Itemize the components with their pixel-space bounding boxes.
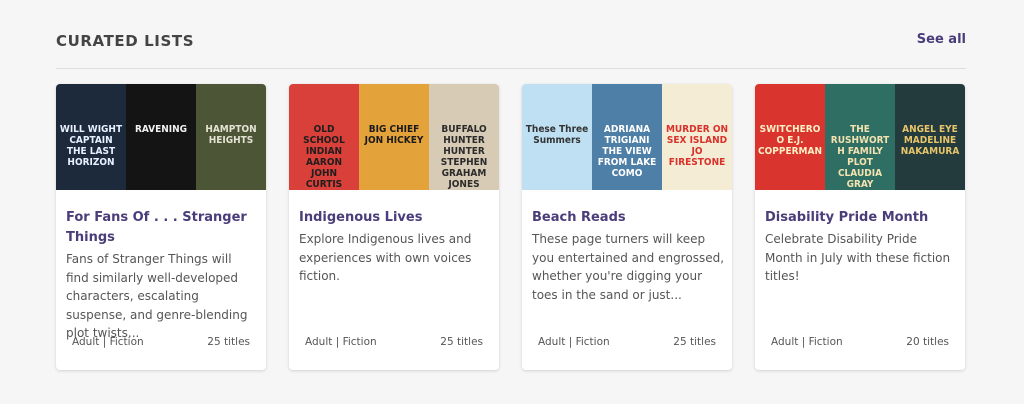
- title-count: 25 titles: [440, 336, 483, 348]
- book-cover: THE RUSHWORTH FAMILY PLOT CLAUDIA GRAY: [825, 84, 895, 190]
- book-cover: WILL WIGHT CAPTAIN THE LAST HORIZON: [56, 84, 126, 190]
- list-title[interactable]: Beach Reads: [532, 208, 722, 228]
- title-count: 25 titles: [207, 336, 250, 348]
- cover-collage: OLD SCHOOL INDIAN AARON JOHN CURTIS BIG …: [289, 84, 499, 190]
- cover-collage: These Three Summers ADRIANA TRIGIANI THE…: [522, 84, 732, 190]
- book-cover: ANGEL EYE MADELINE NAKAMURA: [895, 84, 965, 190]
- section-header: CURATED LISTS See all: [56, 32, 966, 52]
- list-audience: Adult | Fiction: [538, 336, 610, 348]
- list-description: Explore Indigenous lives and experiences…: [299, 232, 472, 283]
- title-count: 25 titles: [673, 336, 716, 348]
- cover-collage: WILL WIGHT CAPTAIN THE LAST HORIZON RAVE…: [56, 84, 266, 190]
- list-title[interactable]: Disability Pride Month: [765, 208, 955, 228]
- book-cover: HAMPTON HEIGHTS: [196, 84, 266, 190]
- book-cover: ADRIANA TRIGIANI THE VIEW FROM LAKE COMO: [592, 84, 662, 190]
- cover-collage: SWITCHEROO E.J. COPPERMAN THE RUSHWORTH …: [755, 84, 965, 190]
- book-cover: MURDER ON SEX ISLAND JO FIRESTONE: [662, 84, 732, 190]
- list-card[interactable]: SWITCHEROO E.J. COPPERMAN THE RUSHWORTH …: [755, 84, 965, 370]
- list-description: These page turners will keep you enterta…: [532, 232, 725, 302]
- book-cover: BIG CHIEF JON HICKEY: [359, 84, 429, 190]
- see-all-link[interactable]: See all: [917, 32, 966, 47]
- list-title[interactable]: Indigenous Lives: [299, 208, 489, 228]
- list-card[interactable]: WILL WIGHT CAPTAIN THE LAST HORIZON RAVE…: [56, 84, 266, 370]
- list-audience: Adult | Fiction: [771, 336, 843, 348]
- list-card[interactable]: These Three Summers ADRIANA TRIGIANI THE…: [522, 84, 732, 370]
- divider: [56, 68, 966, 69]
- book-cover: BUFFALO HUNTER HUNTER STEPHEN GRAHAM JON…: [429, 84, 499, 190]
- list-card[interactable]: OLD SCHOOL INDIAN AARON JOHN CURTIS BIG …: [289, 84, 499, 370]
- list-description: Celebrate Disability Pride Month in July…: [765, 232, 951, 283]
- list-title[interactable]: For Fans Of . . . Stranger Things: [66, 208, 256, 248]
- section-title: CURATED LISTS: [56, 32, 195, 50]
- book-cover: These Three Summers: [522, 84, 592, 190]
- book-cover: OLD SCHOOL INDIAN AARON JOHN CURTIS: [289, 84, 359, 190]
- title-count: 20 titles: [906, 336, 949, 348]
- list-description: Fans of Stranger Things will find simila…: [66, 252, 248, 340]
- book-cover: RAVENING: [126, 84, 196, 190]
- list-audience: Adult | Fiction: [305, 336, 377, 348]
- list-audience: Adult | Fiction: [72, 336, 144, 348]
- book-cover: SWITCHEROO E.J. COPPERMAN: [755, 84, 825, 190]
